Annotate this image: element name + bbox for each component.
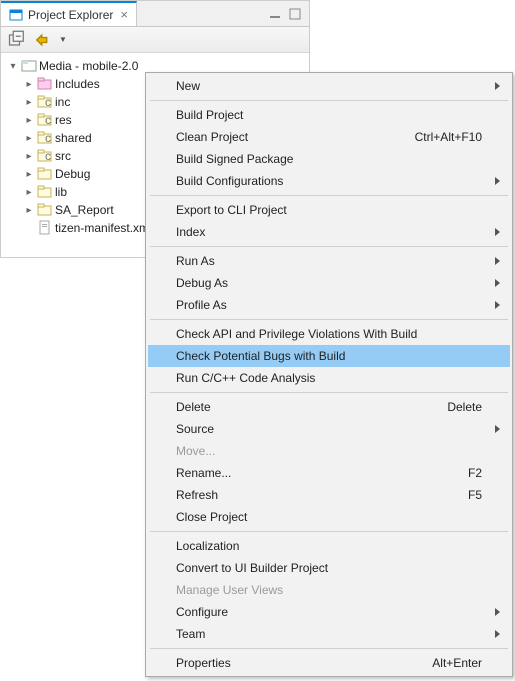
menu-clean-project[interactable]: Clean ProjectCtrl+Alt+F10 xyxy=(148,126,510,148)
tab-project-explorer[interactable]: Project Explorer × xyxy=(1,1,137,26)
menu-export-cli[interactable]: Export to CLI Project xyxy=(148,199,510,221)
menu-convert-ui[interactable]: Convert to UI Builder Project xyxy=(148,557,510,579)
tree-node-label: inc xyxy=(55,95,70,109)
menu-delete[interactable]: DeleteDelete xyxy=(148,396,510,418)
menu-index[interactable]: Index xyxy=(148,221,510,243)
twisty-icon[interactable]: ▸ xyxy=(23,133,35,144)
menu-separator xyxy=(150,648,508,649)
twisty-icon[interactable]: ▸ xyxy=(23,151,35,162)
menu-check-api[interactable]: Check API and Privilege Violations With … xyxy=(148,323,510,345)
menu-build-configs[interactable]: Build Configurations xyxy=(148,170,510,192)
menu-new[interactable]: New xyxy=(148,75,510,97)
twisty-icon[interactable]: ▸ xyxy=(23,115,35,126)
menu-run-analysis[interactable]: Run C/C++ Code Analysis xyxy=(148,367,510,389)
tree-node-label: res xyxy=(55,113,72,127)
maximize-icon[interactable] xyxy=(289,8,301,20)
tree-node-label: SA_Report xyxy=(55,203,114,217)
tree-node-label: Includes xyxy=(55,77,100,91)
menu-properties[interactable]: PropertiesAlt+Enter xyxy=(148,652,510,674)
menu-separator xyxy=(150,100,508,101)
menu-separator xyxy=(150,195,508,196)
svg-text:c: c xyxy=(45,131,51,145)
tree-node-label: Media - mobile-2.0 xyxy=(39,59,138,73)
menu-build-signed[interactable]: Build Signed Package xyxy=(148,148,510,170)
menu-separator xyxy=(150,531,508,532)
twisty-icon[interactable]: ▸ xyxy=(23,187,35,198)
minimize-icon[interactable] xyxy=(269,8,281,20)
tree-node-label: Debug xyxy=(55,167,90,181)
cfolder-icon: c xyxy=(37,94,53,110)
explorer-icon xyxy=(9,8,23,22)
svg-text:c: c xyxy=(45,149,51,163)
menu-move: Move... xyxy=(148,440,510,462)
close-icon[interactable]: × xyxy=(118,8,130,21)
folder-icon xyxy=(37,184,53,200)
svg-text:c: c xyxy=(45,95,51,109)
menu-team[interactable]: Team xyxy=(148,623,510,645)
twisty-icon[interactable]: ▸ xyxy=(23,79,35,90)
project-icon xyxy=(21,58,37,74)
tab-bar: Project Explorer × xyxy=(1,1,309,27)
menu-debug-as[interactable]: Debug As xyxy=(148,272,510,294)
menu-separator xyxy=(150,246,508,247)
menu-close-project[interactable]: Close Project xyxy=(148,506,510,528)
menu-localization[interactable]: Localization xyxy=(148,535,510,557)
tree-node-label: lib xyxy=(55,185,67,199)
tree-node-label: tizen-manifest.xml xyxy=(55,221,152,235)
twisty-icon[interactable]: ▸ xyxy=(23,205,35,216)
twisty-icon[interactable]: ▸ xyxy=(23,97,35,108)
link-editor-button[interactable] xyxy=(33,30,53,50)
menu-profile-as[interactable]: Profile As xyxy=(148,294,510,316)
file-icon xyxy=(37,220,53,236)
menu-build-project[interactable]: Build Project xyxy=(148,104,510,126)
tab-title: Project Explorer xyxy=(28,8,113,22)
menu-rename[interactable]: Rename...F2 xyxy=(148,462,510,484)
collapse-all-button[interactable] xyxy=(7,30,27,50)
tree-node-label: src xyxy=(55,149,71,163)
twisty-icon[interactable]: ▸ xyxy=(23,169,35,180)
cfolder-icon: c xyxy=(37,112,53,128)
menu-separator xyxy=(150,319,508,320)
menu-separator xyxy=(150,392,508,393)
menu-check-bugs[interactable]: Check Potential Bugs with Build xyxy=(148,345,510,367)
folder-icon xyxy=(37,202,53,218)
folder-icon xyxy=(37,166,53,182)
menu-configure[interactable]: Configure xyxy=(148,601,510,623)
toolbar: ▼ xyxy=(1,27,309,53)
menu-refresh[interactable]: RefreshF5 xyxy=(148,484,510,506)
cfolder-icon: c xyxy=(37,130,53,146)
menu-run-as[interactable]: Run As xyxy=(148,250,510,272)
context-menu: New Build Project Clean ProjectCtrl+Alt+… xyxy=(145,72,513,677)
cfolder-icon: c xyxy=(37,148,53,164)
includes-icon xyxy=(37,76,53,92)
svg-text:c: c xyxy=(45,113,51,127)
tree-node-label: shared xyxy=(55,131,92,145)
menu-manage-views: Manage User Views xyxy=(148,579,510,601)
twisty-icon[interactable]: ▾ xyxy=(7,61,19,72)
tab-bar-controls xyxy=(269,1,309,26)
view-menu-dropdown[interactable]: ▼ xyxy=(59,35,67,44)
menu-source[interactable]: Source xyxy=(148,418,510,440)
